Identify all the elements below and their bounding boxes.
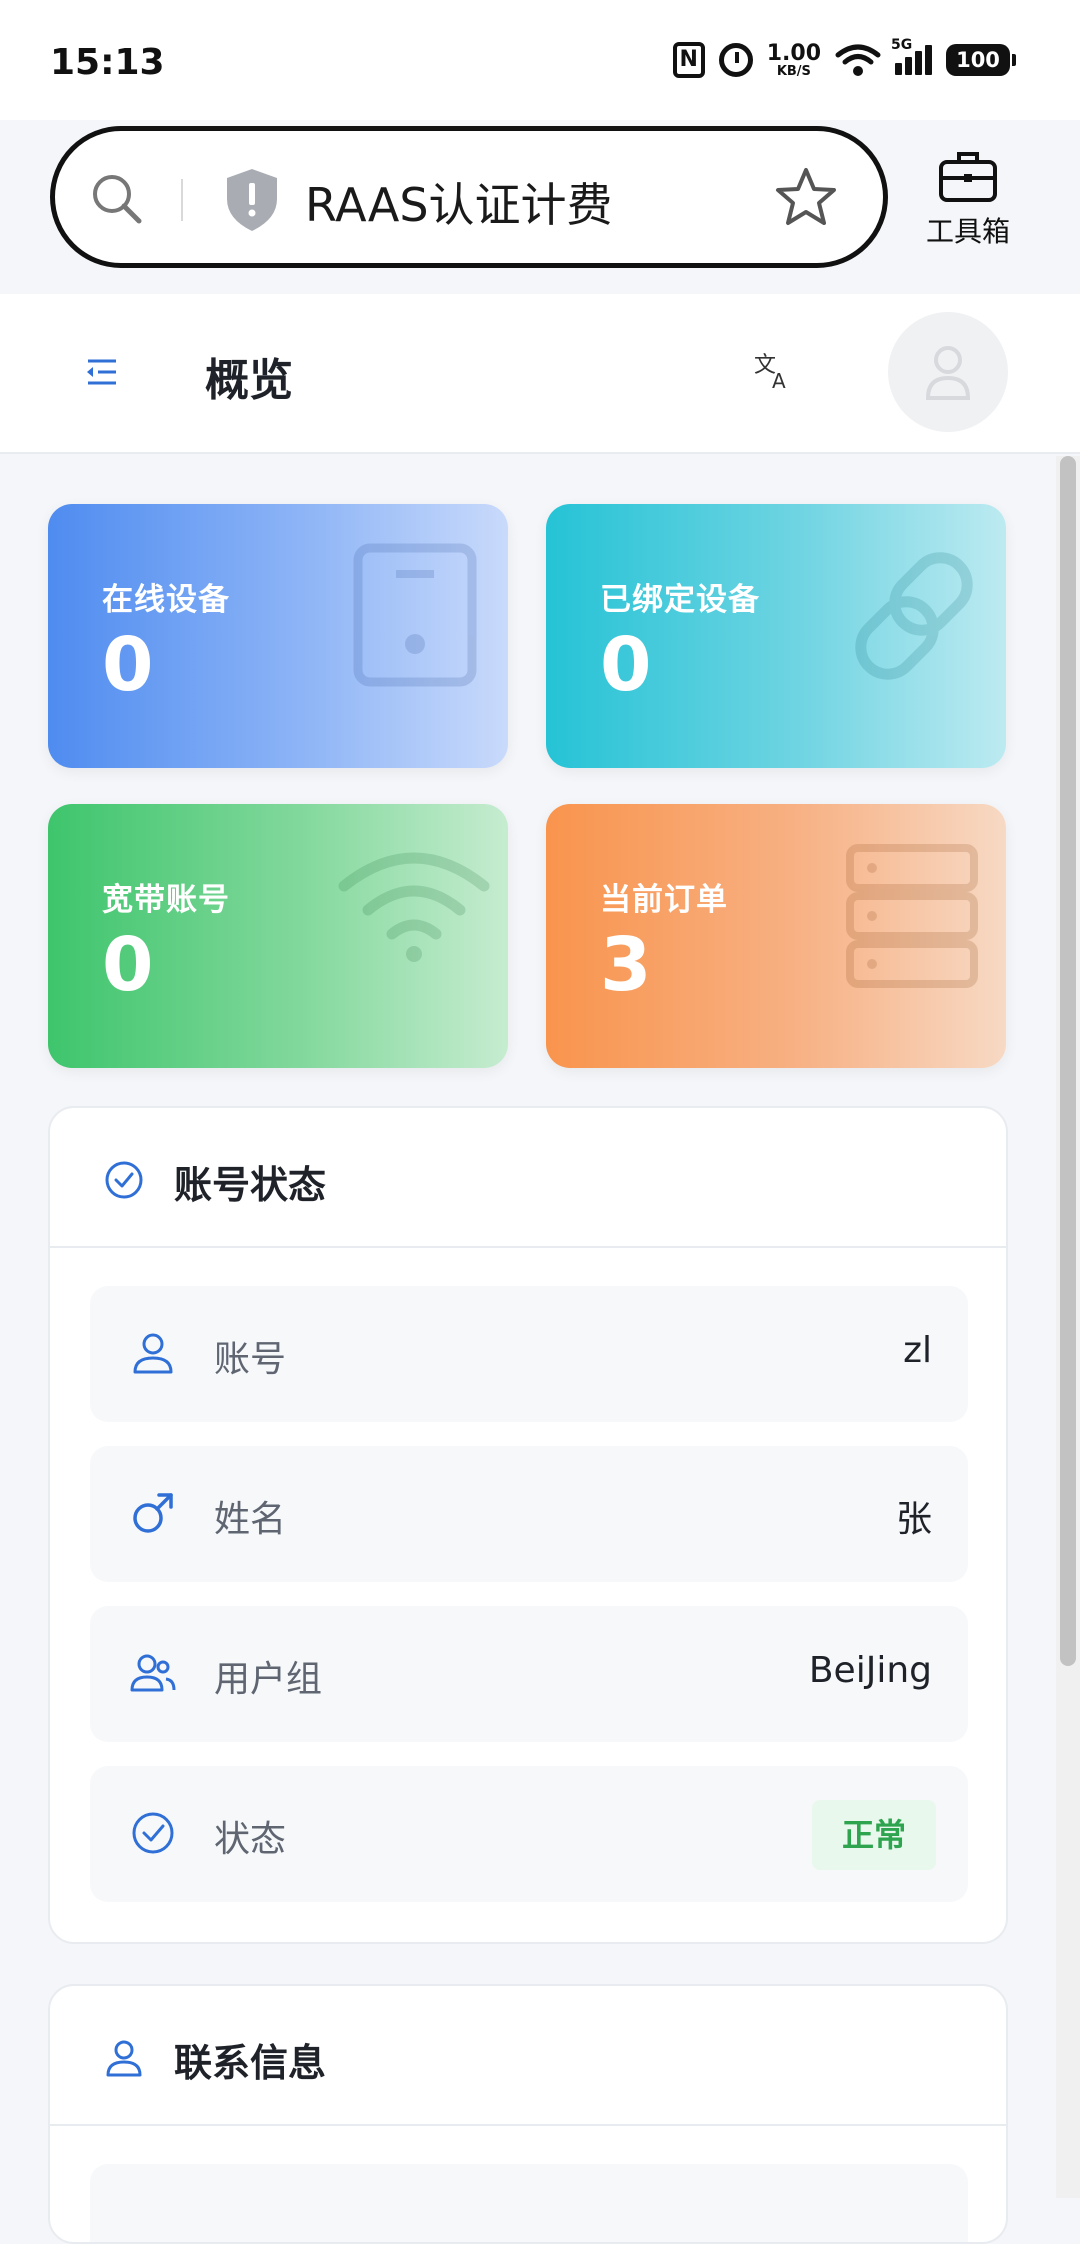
male-icon <box>133 1493 173 1533</box>
network-type: 5G <box>891 37 913 53</box>
stat-card-bound-devices[interactable]: 已绑定设备 0 <box>546 504 1006 768</box>
battery-icon: 100 <box>946 44 1016 76</box>
toolbox-label: 工具箱 <box>925 215 1010 248</box>
user-icon <box>925 346 971 400</box>
row-label: 用户组 <box>214 1659 323 1700</box>
toolbox-button[interactable]: 工具箱 <box>916 148 1020 258</box>
panel-title: 联系信息 <box>174 2041 327 2085</box>
shield-icon[interactable] <box>223 167 281 233</box>
stat-value: 0 <box>600 622 652 708</box>
alarm-icon <box>718 43 753 77</box>
stat-card-online-devices[interactable]: 在线设备 0 <box>48 504 508 768</box>
stat-label: 宽带账号 <box>102 882 230 918</box>
info-row-account: 账号 zl <box>90 1286 968 1422</box>
check-circle-icon <box>105 1161 143 1199</box>
stat-value: 0 <box>102 922 154 1008</box>
info-row-placeholder <box>90 2164 968 2242</box>
stat-card-current-orders[interactable]: 当前订单 3 <box>546 804 1006 1068</box>
address-bar[interactable]: RAAS认证计费 <box>50 126 888 268</box>
speed-value: 1.00 <box>766 40 821 66</box>
svg-text:A: A <box>772 369 786 392</box>
panel-header: 账号状态 <box>50 1108 1006 1248</box>
stat-label: 已绑定设备 <box>600 582 760 618</box>
scrollbar[interactable] <box>1056 456 1080 2198</box>
link-icon <box>855 552 973 680</box>
address-bar-divider <box>181 179 183 221</box>
row-value: zl <box>903 1330 932 1371</box>
info-row-status: 状态 正常 <box>90 1766 968 1902</box>
row-label: 状态 <box>214 1819 287 1860</box>
wifi-status-icon <box>835 44 881 76</box>
status-badge: 正常 <box>811 1800 936 1870</box>
row-value: 张 <box>895 1499 932 1540</box>
row-label: 姓名 <box>214 1499 287 1540</box>
nfc-icon: N <box>672 42 705 78</box>
info-row-user-group: 用户组 BeiJing <box>90 1606 968 1742</box>
panel-header: 联系信息 <box>50 1986 1006 2126</box>
page-url-title[interactable]: RAAS认证计费 <box>305 169 613 235</box>
check-circle-icon <box>132 1812 174 1854</box>
row-value: BeiJing <box>808 1650 932 1691</box>
stat-value: 0 <box>102 622 154 708</box>
stat-label: 在线设备 <box>102 582 230 618</box>
row-label: 账号 <box>214 1339 287 1380</box>
user-icon <box>106 2040 142 2077</box>
tablet-icon <box>353 543 477 687</box>
user-icon <box>133 1333 173 1374</box>
star-icon[interactable] <box>773 165 839 231</box>
status-bar: 15:13 N 1.00 KB/S 5G 100 <box>0 0 1080 120</box>
menu-fold-icon[interactable] <box>82 352 122 392</box>
toolbox-icon <box>939 152 997 202</box>
info-row-name: 姓名 张 <box>90 1446 968 1582</box>
server-icon <box>846 844 978 988</box>
users-icon <box>130 1654 176 1692</box>
network-speed: 1.00 KB/S <box>766 40 821 79</box>
avatar[interactable] <box>888 312 1008 432</box>
page-title: 概览 <box>205 355 293 406</box>
panel-title: 账号状态 <box>174 1163 327 1207</box>
search-icon[interactable] <box>87 169 147 229</box>
status-time: 15:13 <box>50 42 165 83</box>
cellular-signal-icon: 5G <box>891 37 932 75</box>
speed-unit: KB/S <box>776 63 811 79</box>
status-icons: N 1.00 KB/S 5G 100 <box>672 37 1016 79</box>
app-header: 概览 文 A <box>0 294 1080 454</box>
scrollbar-thumb[interactable] <box>1060 456 1076 1666</box>
stat-value: 3 <box>600 922 652 1008</box>
wifi-icon <box>338 852 490 962</box>
stat-label: 当前订单 <box>600 882 728 918</box>
account-status-panel: 账号状态 账号 zl 姓名 张 用户组 BeiJing 状态 正常 <box>48 1106 1008 1944</box>
translate-icon[interactable]: 文 A <box>752 350 794 392</box>
stat-card-broadband-accounts[interactable]: 宽带账号 0 <box>48 804 508 1068</box>
contact-info-panel: 联系信息 <box>48 1984 1008 2244</box>
